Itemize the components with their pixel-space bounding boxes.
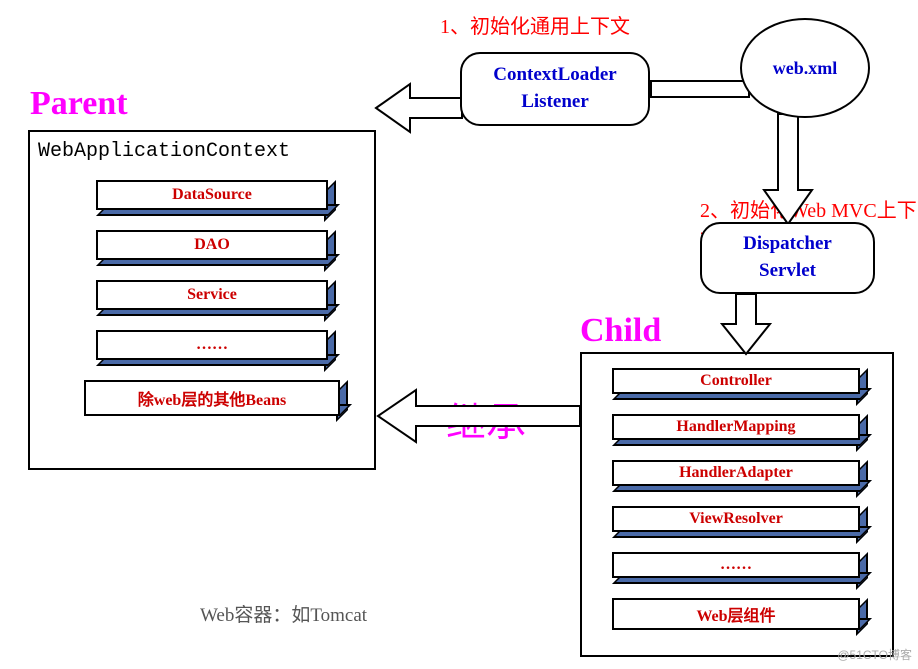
bean-service: Service [96, 280, 328, 310]
bean-viewresolver: ViewResolver [612, 506, 860, 532]
dispatcher-servlet-node: Dispatcher Servlet [700, 222, 875, 294]
bean-label: ViewResolver [689, 510, 783, 527]
bean-handleradapter: HandlerAdapter [612, 460, 860, 486]
bean-label: HandlerAdapter [679, 464, 793, 481]
bean-label: DataSource [172, 186, 252, 203]
bean-dao: DAO [96, 230, 328, 260]
arrow-inherit [374, 384, 584, 448]
watermark: @51CTO博客 [837, 646, 912, 663]
bean-label: Service [187, 286, 237, 303]
context-loader-listener-node: ContextLoader Listener [460, 52, 650, 126]
container-caption: Web容器：如Tomcat [200, 600, 367, 627]
webxml-label: web.xml [773, 58, 838, 79]
bean-label: …… [196, 336, 228, 353]
ds-line2: Servlet [702, 258, 873, 285]
bean-ellipsis2: …… [612, 552, 860, 578]
child-context-box: Controller HandlerMapping HandlerAdapter… [580, 352, 894, 657]
step1-label: 1、初始化通用上下文 [440, 10, 630, 39]
arrow-webxml-to-ds [758, 110, 818, 230]
cll-line1: ContextLoader [462, 62, 648, 89]
wac-label: WebApplicationContext [38, 140, 290, 163]
ds-line1: Dispatcher [702, 231, 873, 258]
arrow-cll-to-parent [372, 78, 466, 140]
connector-cll-webxml [650, 80, 750, 98]
bean-weblayer: Web层组件 [612, 598, 860, 630]
arrow-ds-to-child [716, 290, 776, 360]
bean-label: DAO [194, 236, 230, 253]
bean-ellipsis: …… [96, 330, 328, 360]
webxml-node: web.xml [740, 18, 870, 118]
bean-label: 除web层的其他Beans [138, 392, 286, 409]
bean-label: Controller [700, 372, 772, 389]
bean-handlermapping: HandlerMapping [612, 414, 860, 440]
bean-label: HandlerMapping [676, 418, 795, 435]
cll-line2: Listener [462, 89, 648, 116]
bean-datasource: DataSource [96, 180, 328, 210]
parent-title: Parent [30, 85, 128, 123]
bean-controller: Controller [612, 368, 860, 394]
child-title: Child [580, 312, 661, 350]
bean-label: …… [720, 556, 752, 573]
bean-label: Web层组件 [696, 608, 775, 625]
parent-context-box: WebApplicationContext DataSource DAO Ser… [28, 130, 376, 470]
bean-other: 除web层的其他Beans [84, 380, 340, 416]
